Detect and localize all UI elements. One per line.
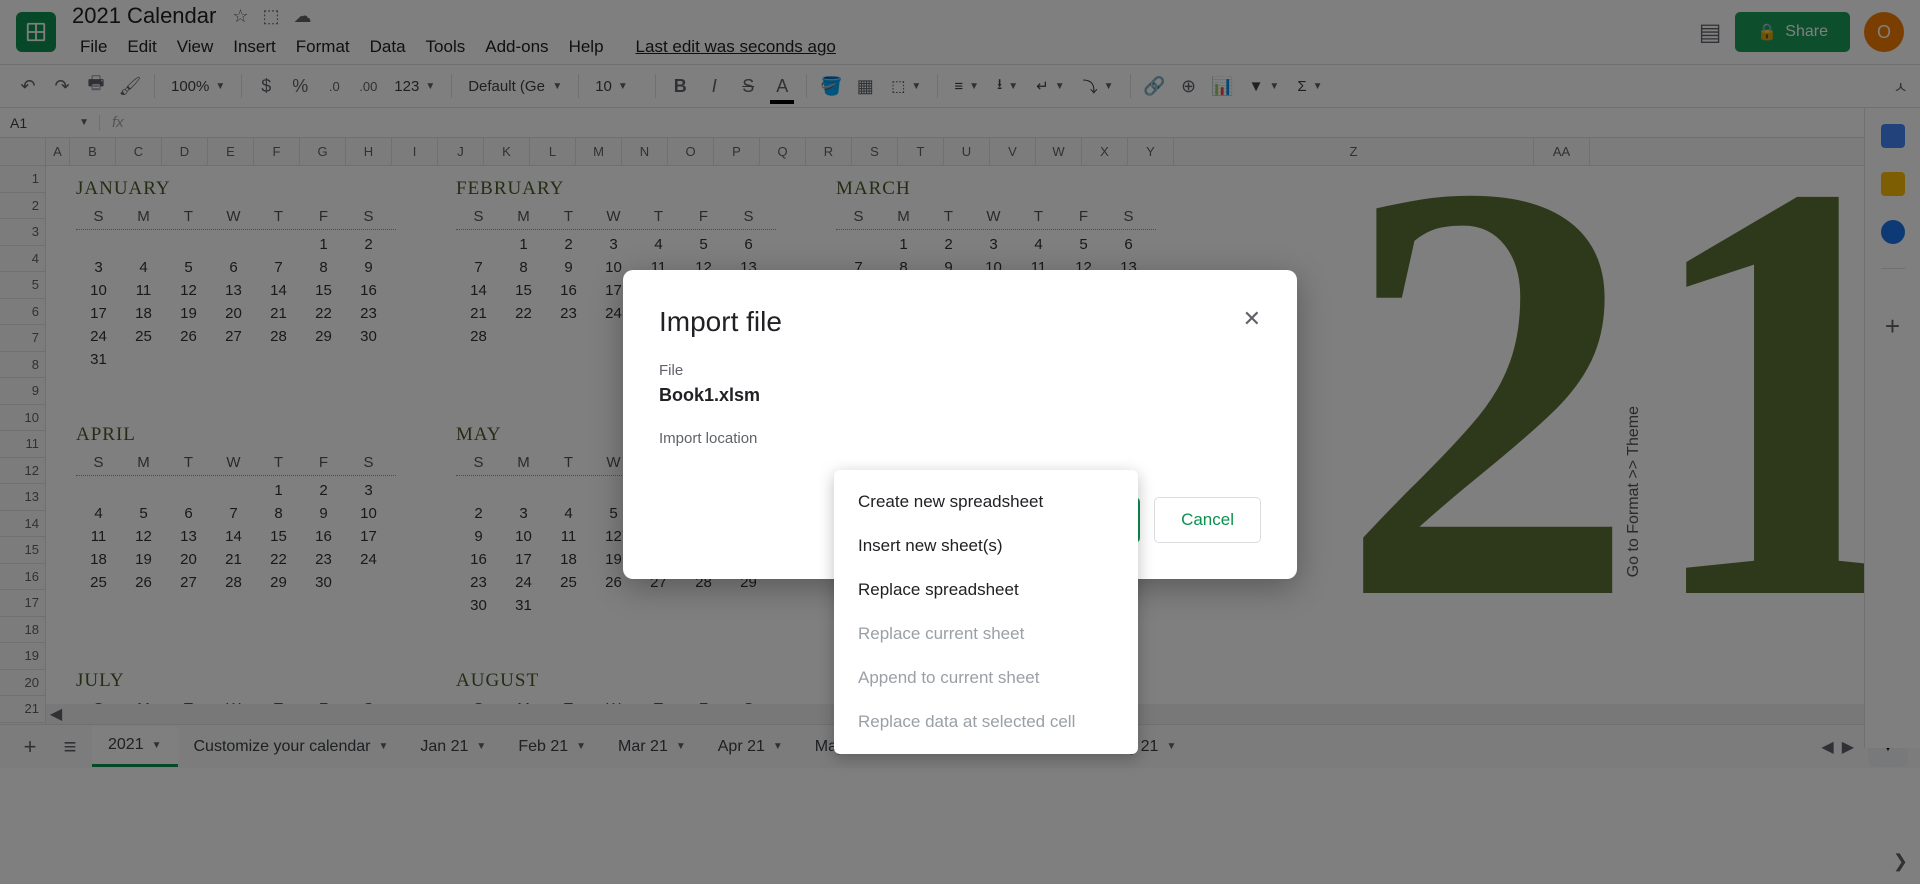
dialog-title: Import file — [659, 306, 1261, 338]
import-location-label: Import location — [659, 430, 1261, 447]
dropdown-option[interactable]: Insert new sheet(s) — [834, 524, 1138, 568]
file-label: File — [659, 362, 1261, 379]
cancel-button[interactable]: Cancel — [1154, 497, 1261, 543]
dropdown-option[interactable]: Create new spreadsheet — [834, 480, 1138, 524]
filename-text: Book1.xlsm — [659, 385, 1261, 406]
dropdown-option: Append to current sheet — [834, 656, 1138, 700]
dropdown-option: Replace data at selected cell — [834, 700, 1138, 744]
import-location-dropdown: Create new spreadsheetInsert new sheet(s… — [834, 470, 1138, 754]
dropdown-option[interactable]: Replace spreadsheet — [834, 568, 1138, 612]
dropdown-option: Replace current sheet — [834, 612, 1138, 656]
close-button[interactable]: ✕ — [1243, 306, 1261, 332]
